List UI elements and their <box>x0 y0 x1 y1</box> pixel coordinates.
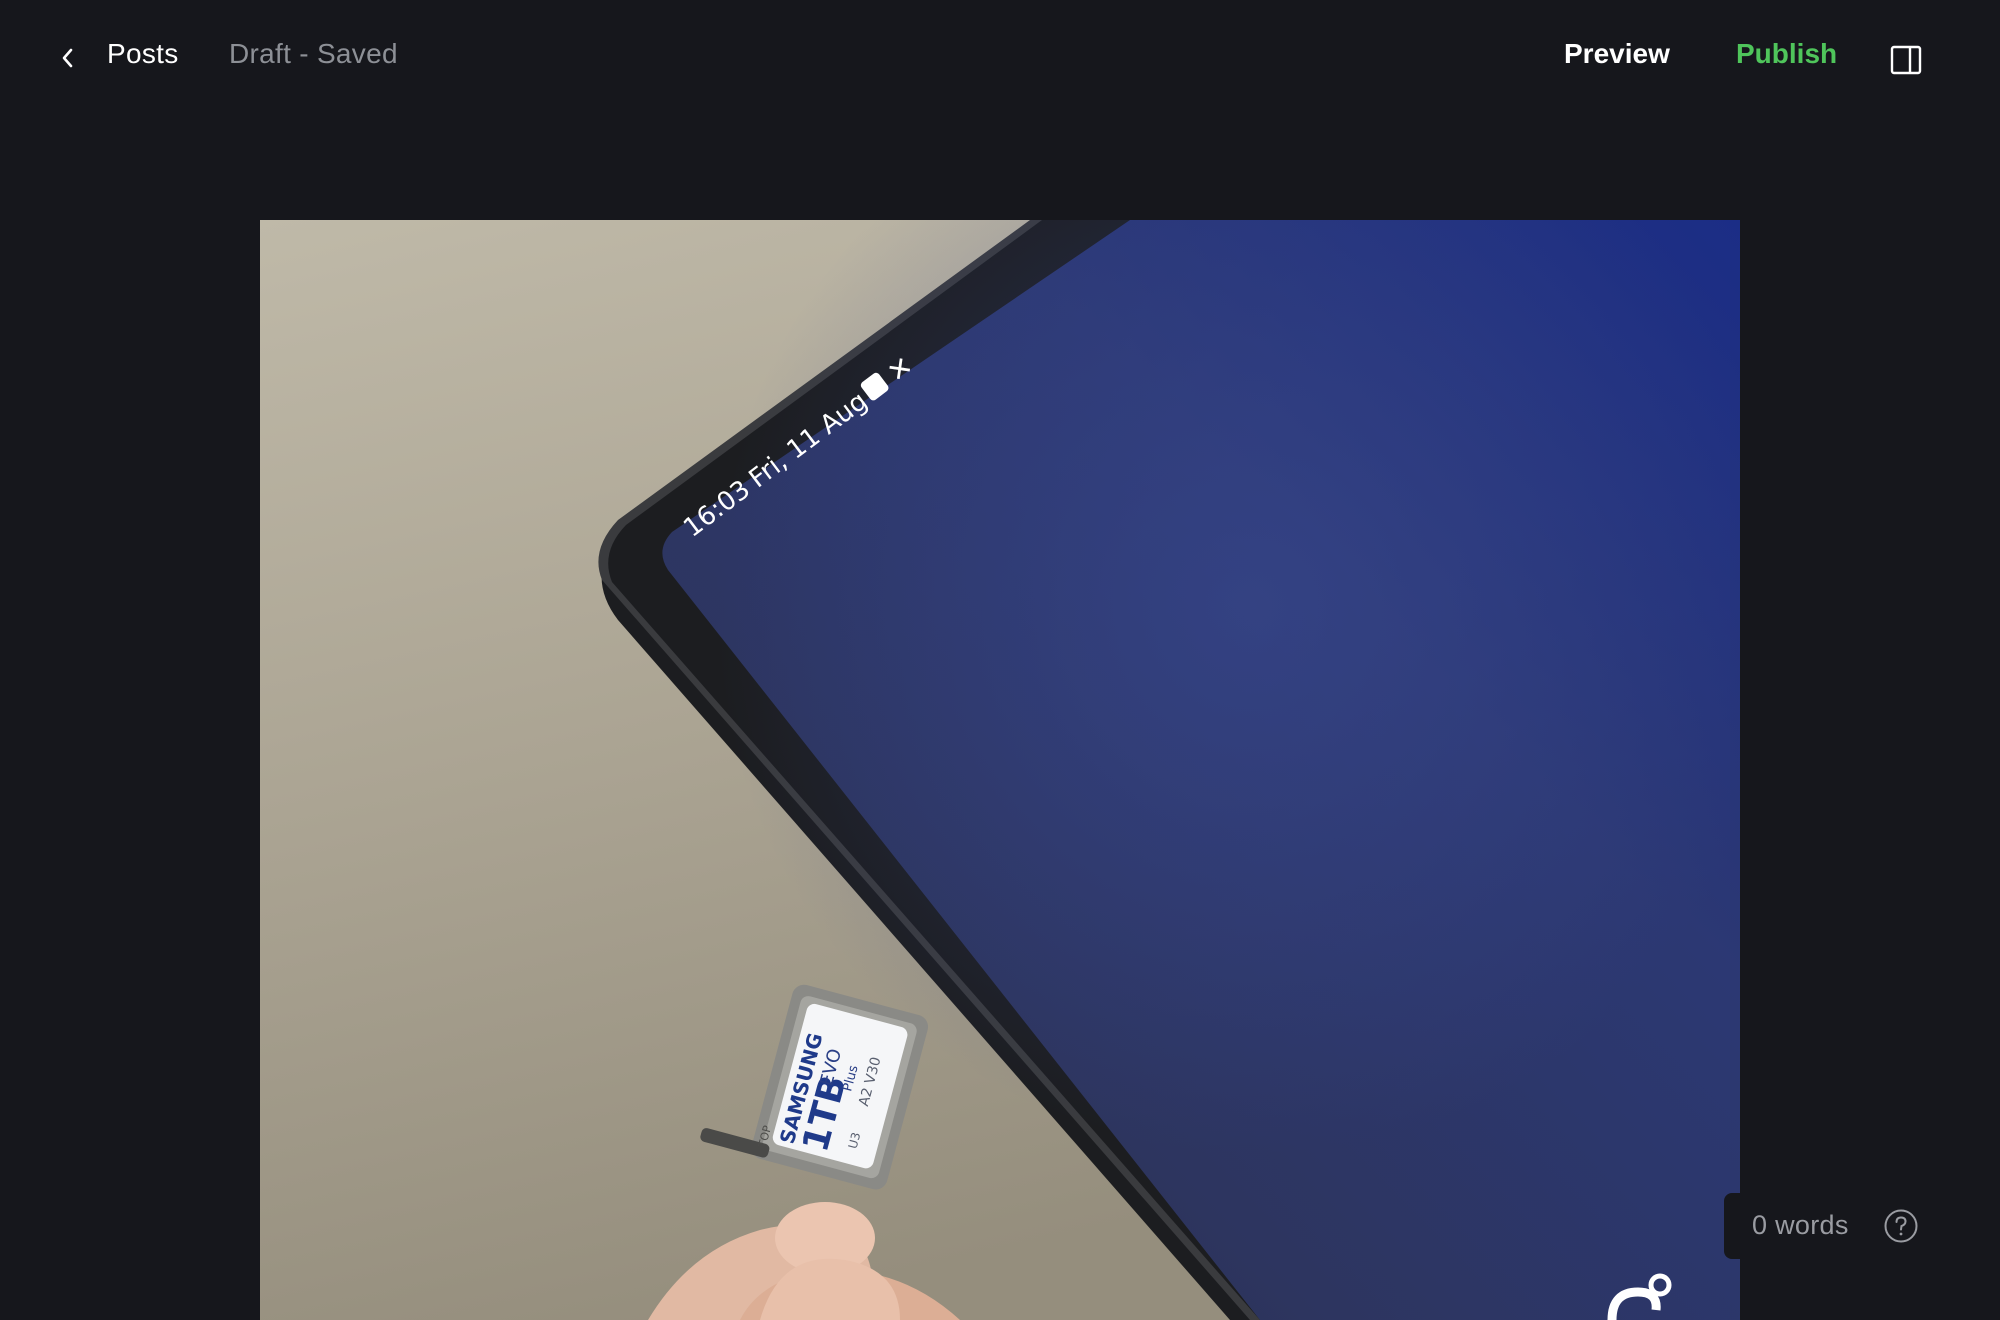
back-button[interactable] <box>52 40 84 76</box>
posts-link[interactable]: Posts <box>107 38 179 70</box>
question-circle-icon <box>1884 1209 1918 1243</box>
word-count: 0 words <box>1752 1210 1849 1240</box>
feature-photo: 16:03 Fri, 11 Aug ✕ SAMSUNG 1TB EVO Plus… <box>260 220 1740 1320</box>
preview-button[interactable]: Preview <box>1564 38 1670 70</box>
publish-button[interactable]: Publish <box>1736 38 1837 70</box>
word-count-panel: 0 words <box>1724 1193 2000 1259</box>
chevron-left-icon <box>62 48 73 68</box>
sidebar-toggle-button[interactable] <box>1888 42 1924 78</box>
editor-header: Posts Draft - Saved Preview Publish <box>0 0 2000 112</box>
draft-status: Draft - Saved <box>229 38 398 69</box>
sidebar-panel-icon <box>1890 45 1922 75</box>
feature-image[interactable]: 16:03 Fri, 11 Aug ✕ SAMSUNG 1TB EVO Plus… <box>260 220 1740 1320</box>
help-button[interactable] <box>1882 1207 1920 1245</box>
